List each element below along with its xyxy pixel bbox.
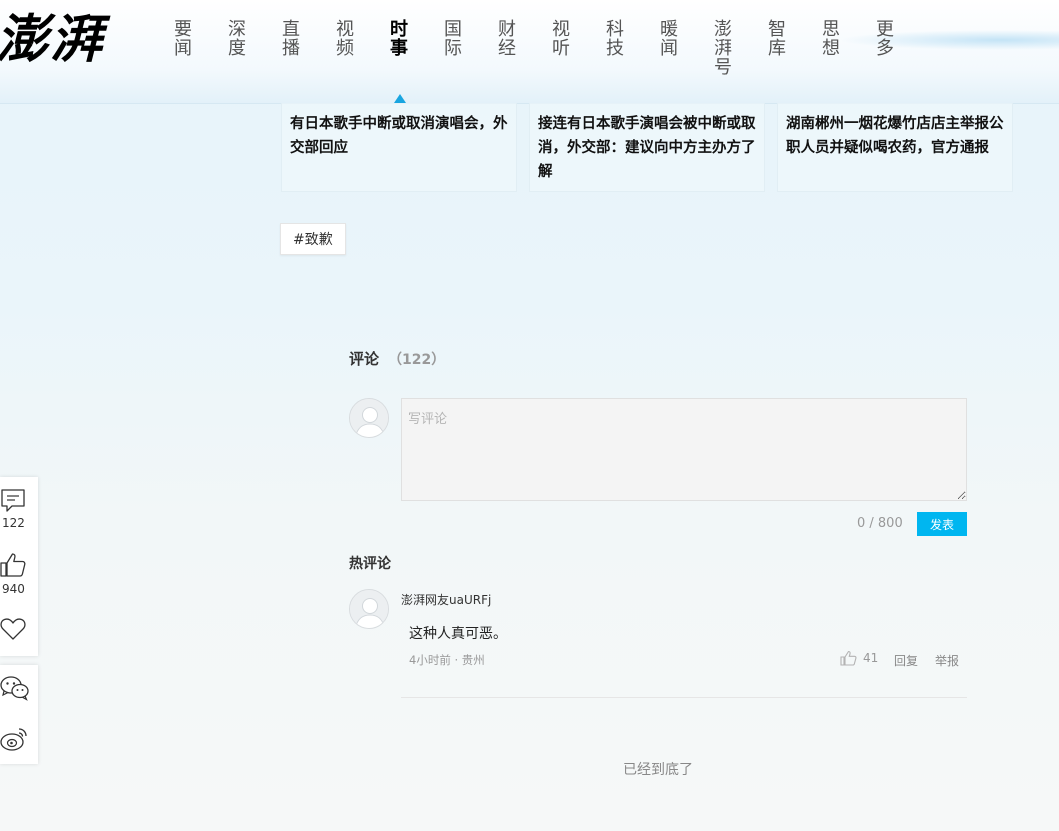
related-news-title: 有日本歌手中断或取消演唱会，外交部回应 xyxy=(290,116,508,156)
nav-item-label: 际 xyxy=(444,38,462,59)
nav-item[interactable]: 视频 xyxy=(336,20,356,77)
comment-icon xyxy=(1,489,25,512)
topic-tag[interactable]: #致歉 xyxy=(280,223,346,255)
side-toolbar: 122 940 xyxy=(0,477,38,656)
nav-item[interactable]: 视听 xyxy=(552,20,572,77)
site-header: 澎湃 要闻深度直播视频时事国际财经视听科技暖闻澎湃号智库思想更多 xyxy=(0,0,1059,104)
comment-char-counter: 0 / 800 xyxy=(857,516,903,531)
nav-item-label: 财 xyxy=(498,19,516,40)
nav-item-label: 思 xyxy=(822,19,840,40)
nav-item-label: 频 xyxy=(336,38,354,59)
nav-item-label: 听 xyxy=(552,38,570,59)
nav-item-label: 想 xyxy=(822,38,840,59)
nav-item[interactable]: 科技 xyxy=(606,20,626,77)
comment-report-button[interactable]: 举报 xyxy=(935,652,959,669)
nav-item-label: 直 xyxy=(282,19,300,40)
nav-item-label: 播 xyxy=(282,38,300,59)
nav-item[interactable]: 要闻 xyxy=(174,20,194,77)
heart-icon xyxy=(0,618,26,640)
main-nav: 要闻深度直播视频时事国际财经视听科技暖闻澎湃号智库思想更多 xyxy=(174,20,930,77)
nav-item-label: 号 xyxy=(714,57,732,78)
nav-item-label: 暖 xyxy=(660,19,678,40)
nav-item[interactable]: 更多 xyxy=(876,20,896,77)
comments-count: （122） xyxy=(388,352,446,368)
comment-meta: 4小时前 · 贵州 xyxy=(409,653,485,667)
thumbs-up-icon xyxy=(840,650,857,666)
nav-item-label: 视 xyxy=(552,19,570,40)
share-toolbar xyxy=(0,665,38,764)
comment-like-count: 41 xyxy=(863,651,879,665)
default-avatar-icon xyxy=(350,399,388,437)
nav-active-indicator xyxy=(394,94,406,103)
submit-comment-button[interactable]: 发表 xyxy=(917,512,967,536)
related-news-title: 湖南郴州一烟花爆竹店店主举报公职人员并疑似喝农药，官方通报 xyxy=(786,116,1004,156)
commenter-avatar[interactable] xyxy=(349,589,389,629)
current-user-avatar xyxy=(349,398,389,438)
nav-item[interactable]: 财经 xyxy=(498,20,518,77)
nav-item-label: 度 xyxy=(228,38,246,59)
comment-like-button[interactable]: 41 xyxy=(840,650,878,666)
related-news-title: 接连有日本歌手演唱会被中断或取消，外交部：建议向中方主办方了解 xyxy=(538,116,756,180)
nav-item-label: 闻 xyxy=(660,38,678,59)
nav-item-label: 深 xyxy=(228,19,246,40)
nav-item-label: 澎 xyxy=(714,19,732,40)
related-news-card[interactable]: 有日本歌手中断或取消演唱会，外交部回应 xyxy=(281,103,517,192)
end-of-list-text: 已经到底了 xyxy=(623,762,693,778)
nav-item-label: 湃 xyxy=(714,38,732,59)
nav-item[interactable]: 澎湃号 xyxy=(714,20,734,77)
hot-comments-title: 热评论 xyxy=(349,556,391,572)
nav-item[interactable]: 时事 xyxy=(390,20,410,77)
nav-item-label: 要 xyxy=(174,19,192,40)
nav-item-label: 事 xyxy=(390,38,408,59)
nav-item[interactable]: 智库 xyxy=(768,20,788,77)
comment-divider xyxy=(401,697,967,698)
nav-item[interactable]: 思想 xyxy=(822,20,842,77)
nav-item-label: 国 xyxy=(444,19,462,40)
side-comment-count: 122 xyxy=(2,516,25,530)
comment-reply-button[interactable]: 回复 xyxy=(894,652,918,669)
nav-item-label: 库 xyxy=(768,38,786,59)
side-like-count: 940 xyxy=(2,582,25,596)
nav-item[interactable]: 暖闻 xyxy=(660,20,680,77)
thumbs-up-icon xyxy=(0,553,26,577)
default-avatar-icon xyxy=(350,590,388,628)
comments-title: 评论 xyxy=(349,350,380,368)
nav-item-label: 科 xyxy=(606,19,624,40)
nav-item[interactable]: 国际 xyxy=(444,20,464,77)
nav-item-label: 多 xyxy=(876,38,894,59)
commenter-name[interactable]: 澎湃网友uaURFj xyxy=(401,591,491,608)
weibo-icon xyxy=(0,728,27,751)
nav-item[interactable]: 深度 xyxy=(228,20,248,77)
wechat-icon xyxy=(0,676,29,701)
nav-item-label: 经 xyxy=(498,38,516,59)
nav-item-label: 技 xyxy=(606,38,624,59)
nav-item-label: 更 xyxy=(876,19,894,40)
nav-item[interactable]: 直播 xyxy=(282,20,302,77)
comment-text: 这种人真可恶。 xyxy=(409,626,507,642)
nav-item-label: 闻 xyxy=(174,38,192,59)
nav-item-label: 时 xyxy=(390,19,408,40)
related-news-card[interactable]: 接连有日本歌手演唱会被中断或取消，外交部：建议向中方主办方了解 xyxy=(529,103,765,192)
related-news-card[interactable]: 湖南郴州一烟花爆竹店店主举报公职人员并疑似喝农药，官方通报 xyxy=(777,103,1013,192)
nav-item-label: 视 xyxy=(336,19,354,40)
site-logo[interactable]: 澎湃 xyxy=(0,8,104,72)
nav-item-label: 智 xyxy=(768,19,786,40)
comment-input[interactable] xyxy=(401,398,967,501)
